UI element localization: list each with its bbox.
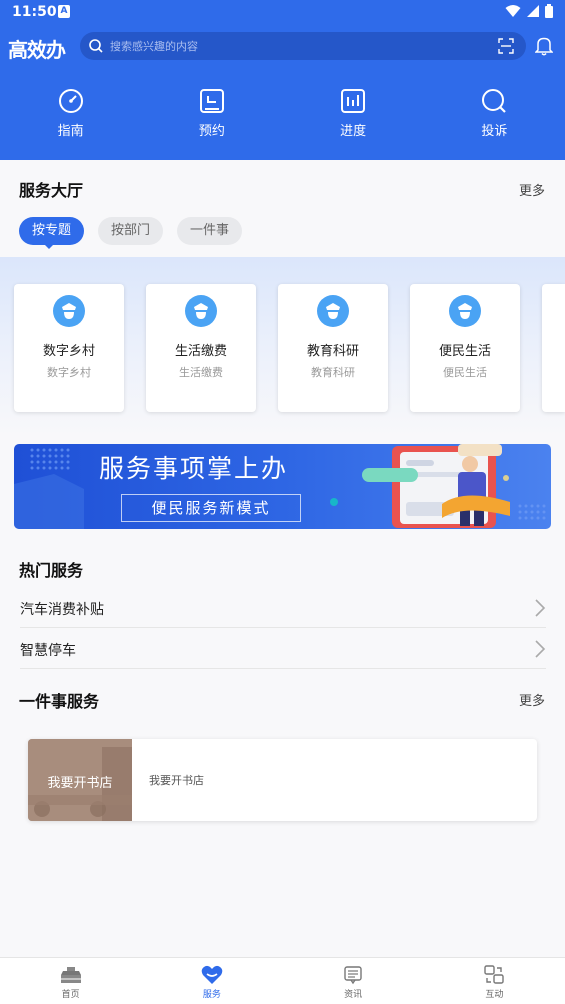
compass-icon: [58, 89, 83, 113]
hot-service-item[interactable]: 汽车消费补贴: [20, 588, 546, 628]
topic-card[interactable]: 生活缴费 生活缴费: [146, 284, 256, 412]
one-thing-description: 我要开书店: [149, 774, 204, 787]
hot-service-label: 智慧停车: [20, 643, 76, 659]
home-icon: [59, 967, 82, 983]
tab-label: 服务: [202, 990, 221, 1000]
tab-interact[interactable]: 互动: [424, 958, 565, 1004]
status-icons: [505, 4, 553, 18]
promo-banner[interactable]: 服务事项掌上办 便民服务新模式: [14, 444, 551, 529]
tab-service[interactable]: 服务: [141, 958, 282, 1004]
one-thing-title: 一件事服务: [19, 692, 100, 711]
news-icon: [344, 966, 362, 985]
topic-card-subtitle: 教育科研: [311, 366, 355, 379]
battery-icon: [545, 4, 553, 18]
search-bar[interactable]: [80, 32, 526, 60]
tab-label: 互动: [485, 990, 504, 1000]
topic-card[interactable]: 教育科研 教育科研: [278, 284, 388, 412]
topic-card-title: 教育科研: [306, 344, 359, 359]
app-logo: 高效办: [8, 38, 66, 62]
police-badge-icon: [53, 295, 85, 327]
topic-card-subtitle: 便民生活: [443, 366, 487, 379]
one-thing-card[interactable]: 我要开书店 我要开书店: [28, 739, 537, 821]
hot-service-label: 汽车消费补贴: [20, 602, 104, 618]
one-thing-image-label: 我要开书店: [47, 776, 113, 791]
topic-card[interactable]: 便民生活 便民生活: [410, 284, 520, 412]
police-badge-icon: [185, 295, 217, 327]
calendar-icon: [199, 89, 224, 113]
quick-nav-complaint[interactable]: 投诉: [424, 88, 565, 148]
topic-card[interactable]: 数字乡村 数字乡村: [14, 284, 124, 412]
chevron-right-icon: [535, 599, 546, 617]
police-badge-icon: [449, 295, 481, 327]
search-icon: [89, 39, 103, 53]
bell-icon[interactable]: [535, 36, 553, 56]
quick-nav-appointment[interactable]: 预约: [141, 88, 282, 148]
notification-icon: A: [58, 5, 70, 18]
hot-services-title: 热门服务: [19, 561, 84, 580]
hot-service-item[interactable]: 智慧停车: [20, 629, 546, 669]
chip-one-thing[interactable]: 一件事: [177, 217, 242, 245]
service-hall-title: 服务大厅: [19, 181, 84, 200]
quick-nav-label: 预约: [198, 124, 225, 139]
quick-nav: 指南 预约 进度 投诉: [0, 88, 565, 148]
banner-subtitle: 便民服务新模式: [121, 494, 301, 522]
one-thing-more-link[interactable]: 更多: [519, 690, 545, 709]
police-badge-icon: [317, 295, 349, 327]
signal-icon: [527, 5, 539, 17]
quick-nav-label: 进度: [340, 124, 367, 139]
tab-home[interactable]: 首页: [0, 958, 141, 1004]
app-header: 高效办: [0, 30, 565, 64]
tab-label: 资讯: [344, 990, 363, 1000]
chevron-right-icon: [535, 640, 546, 658]
quick-nav-label: 指南: [57, 124, 84, 139]
topic-card-title: 生活缴费: [174, 344, 227, 359]
search-input[interactable]: [110, 36, 480, 56]
banner-title: 服务事项掌上办: [99, 454, 289, 483]
chip-pointer: [44, 244, 54, 249]
progress-chart-icon: [341, 89, 366, 113]
interact-icon: [484, 965, 505, 984]
bottom-tab-bar: 首页 服务 资讯 互动: [0, 957, 565, 1004]
service-hall-more-link[interactable]: 更多: [519, 180, 545, 199]
topic-card-partial[interactable]: [542, 284, 565, 412]
scan-icon[interactable]: [498, 38, 514, 54]
heart-icon: [201, 965, 223, 984]
quick-nav-label: 投诉: [481, 124, 508, 139]
wifi-icon: [505, 5, 521, 17]
topic-card-subtitle: 数字乡村: [47, 366, 91, 379]
chip-by-department[interactable]: 按部门: [98, 217, 163, 245]
quick-nav-guide[interactable]: 指南: [0, 88, 141, 148]
status-bar: 11:50 A: [0, 0, 565, 24]
status-time: 11:50: [12, 4, 57, 20]
chip-by-topic[interactable]: 按专题: [19, 217, 84, 245]
tab-news[interactable]: 资讯: [283, 958, 424, 1004]
one-thing-image: 我要开书店: [28, 739, 132, 821]
topic-card-subtitle: 生活缴费: [179, 366, 223, 379]
topic-card-title: 便民生活: [438, 344, 491, 359]
tab-label: 首页: [61, 990, 80, 1000]
topic-card-title: 数字乡村: [42, 344, 95, 359]
quick-nav-progress[interactable]: 进度: [283, 88, 424, 148]
search-icon: [482, 89, 507, 113]
